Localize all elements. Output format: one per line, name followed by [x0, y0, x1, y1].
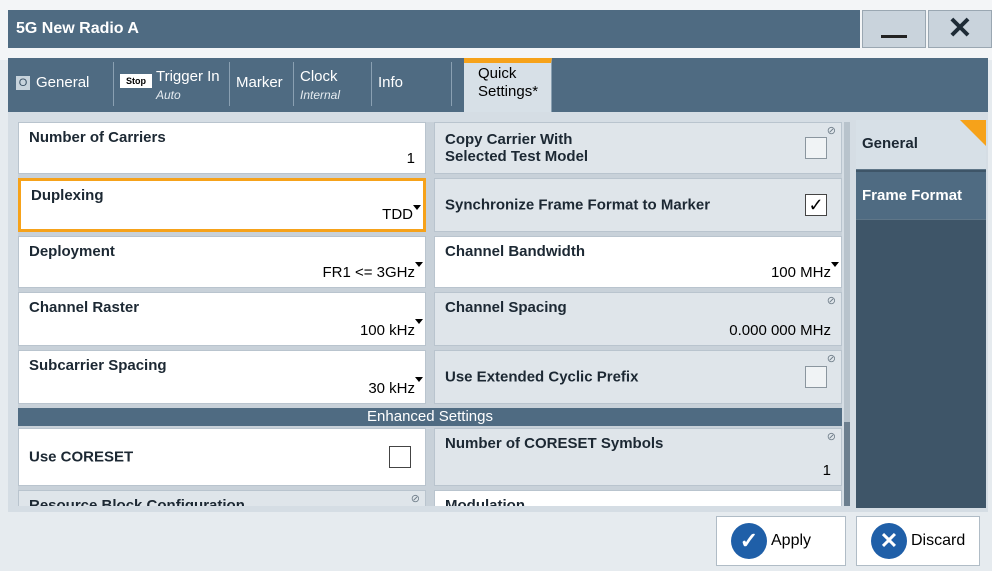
use-coreset-checkbox[interactable] [389, 446, 411, 468]
lock-icon: ⊘ [826, 353, 836, 365]
discard-button[interactable]: ✕ Discard [856, 516, 980, 566]
tab-info[interactable]: Info [372, 62, 452, 106]
tab-trigger-in[interactable]: Stop Trigger In Auto [114, 62, 230, 106]
field-value: FR1 <= 3GHz [322, 264, 415, 281]
field-label-1: Copy Carrier With [445, 131, 573, 148]
field-value: 1 [406, 150, 415, 167]
title-bar: 5G New Radio A ✕ [0, 0, 992, 60]
channel-spacing-field: ⊘ Channel Spacing 0.000 000 MHz [434, 292, 842, 346]
tab-trigger-sub: Auto [156, 88, 181, 102]
sync-frame-field[interactable]: Synchronize Frame Format to Marker ✓ [434, 178, 842, 232]
field-label: Channel Raster [29, 299, 140, 316]
num-carriers-field[interactable]: Number of Carriers 1 [18, 122, 426, 174]
coreset-symbols-field: ⊘ Number of CORESET Symbols 1 [434, 428, 842, 486]
settings-pane: Number of Carriers 1 ⊘ Copy Carrier With… [18, 122, 842, 506]
deployment-field[interactable]: Deployment FR1 <= 3GHz [18, 236, 426, 288]
lock-icon: ⊘ [826, 295, 836, 307]
tab-clock-label: Clock [300, 68, 338, 85]
state-badge: O [16, 76, 30, 90]
tab-clock[interactable]: Clock Internal [294, 62, 372, 106]
field-value: 1 [822, 462, 831, 479]
apply-label: Apply [771, 532, 812, 549]
tab-info-label: Info [378, 74, 404, 91]
scrollbar-thumb[interactable] [844, 422, 850, 506]
tab-general-label: General [36, 74, 90, 91]
channel-bandwidth-field[interactable]: Channel Bandwidth 100 MHz [434, 236, 842, 288]
side-nav-general-label: General [862, 135, 918, 152]
copy-carrier-field: ⊘ Copy Carrier With Selected Test Model [434, 122, 842, 174]
caret-down-icon [831, 262, 839, 267]
caret-down-icon [413, 205, 421, 210]
field-value: 0.000 000 MHz [729, 322, 831, 339]
apply-button[interactable]: ✓ Apply [716, 516, 846, 566]
field-label-2: Selected Test Model [445, 148, 589, 165]
field-label: Synchronize Frame Format to Marker [445, 196, 711, 214]
field-value: 30 kHz [368, 380, 415, 397]
use-coreset-field[interactable]: Use CORESET [18, 428, 426, 486]
window-title: 5G New Radio A [8, 10, 860, 48]
field-label: Number of CORESET Symbols [445, 435, 664, 452]
field-label: Deployment [29, 243, 115, 260]
window: 5G New Radio A ✕ O General Stop Trigger … [0, 0, 992, 571]
bottom-bar: ✓ Apply ✕ Discard [8, 512, 988, 571]
field-label: Modulation [445, 497, 525, 506]
discard-label: Discard [911, 532, 966, 549]
tab-quick-label-2: Settings* [478, 83, 539, 100]
minimize-icon [881, 34, 907, 38]
tab-quick-settings[interactable]: Quick Settings* [464, 58, 552, 112]
x-icon: ✕ [871, 523, 907, 559]
active-corner-marker [960, 120, 986, 146]
side-nav-frame-format-label: Frame Format [862, 187, 963, 204]
field-label: Use CORESET [29, 448, 134, 466]
side-nav-general[interactable]: General [856, 120, 986, 170]
content-area: Number of Carriers 1 ⊘ Copy Carrier With… [8, 112, 988, 512]
field-label: Subcarrier Spacing [29, 357, 167, 374]
tab-marker-label: Marker [236, 74, 283, 91]
tab-strip: O General Stop Trigger In Auto Marker Cl… [8, 58, 988, 112]
caret-down-icon [415, 319, 423, 324]
side-nav-frame-format[interactable]: Frame Format [856, 172, 986, 220]
lock-icon: ⊘ [826, 125, 836, 137]
field-value: 100 MHz [770, 264, 831, 281]
field-value: TDD [382, 206, 413, 223]
rb-config-field: ⊘ Resource Block Configuration [18, 490, 426, 506]
modulation-field[interactable]: Modulation [434, 490, 842, 506]
minimize-button[interactable] [862, 10, 926, 48]
close-icon: ✕ [947, 12, 973, 45]
copy-carrier-checkbox [805, 137, 827, 159]
field-label: Duplexing [31, 187, 104, 204]
extended-cp-field: ⊘ Use Extended Cyclic Prefix [434, 350, 842, 404]
close-button[interactable]: ✕ [928, 10, 992, 48]
subcarrier-spacing-field[interactable]: Subcarrier Spacing 30 kHz [18, 350, 426, 404]
field-label: Resource Block Configuration [29, 497, 245, 506]
lock-icon: ⊘ [826, 431, 836, 443]
channel-raster-field[interactable]: Channel Raster 100 kHz [18, 292, 426, 346]
stop-badge: Stop [120, 74, 152, 88]
duplexing-field[interactable]: Duplexing TDD [18, 178, 426, 232]
field-value: 100 kHz [359, 322, 415, 339]
extended-cp-checkbox [805, 366, 827, 388]
sync-frame-checkbox[interactable]: ✓ [805, 194, 827, 216]
enhanced-settings-header: Enhanced Settings [18, 408, 842, 426]
tab-quick-label-1: Quick [478, 65, 517, 82]
field-label: Number of Carriers [29, 129, 166, 146]
caret-down-icon [415, 377, 423, 382]
side-navigation: General Frame Format [856, 120, 986, 508]
tab-marker[interactable]: Marker [230, 62, 294, 106]
check-icon: ✓ [731, 523, 767, 559]
tab-general[interactable]: O General [10, 62, 114, 106]
scrollbar[interactable] [844, 122, 850, 506]
lock-icon: ⊘ [410, 493, 420, 505]
tab-trigger-label: Trigger In [156, 68, 220, 85]
field-label: Channel Bandwidth [445, 243, 585, 260]
field-label: Channel Spacing [445, 299, 567, 316]
caret-down-icon [415, 262, 423, 267]
tab-clock-sub: Internal [300, 88, 341, 102]
field-label: Use Extended Cyclic Prefix [445, 368, 639, 386]
